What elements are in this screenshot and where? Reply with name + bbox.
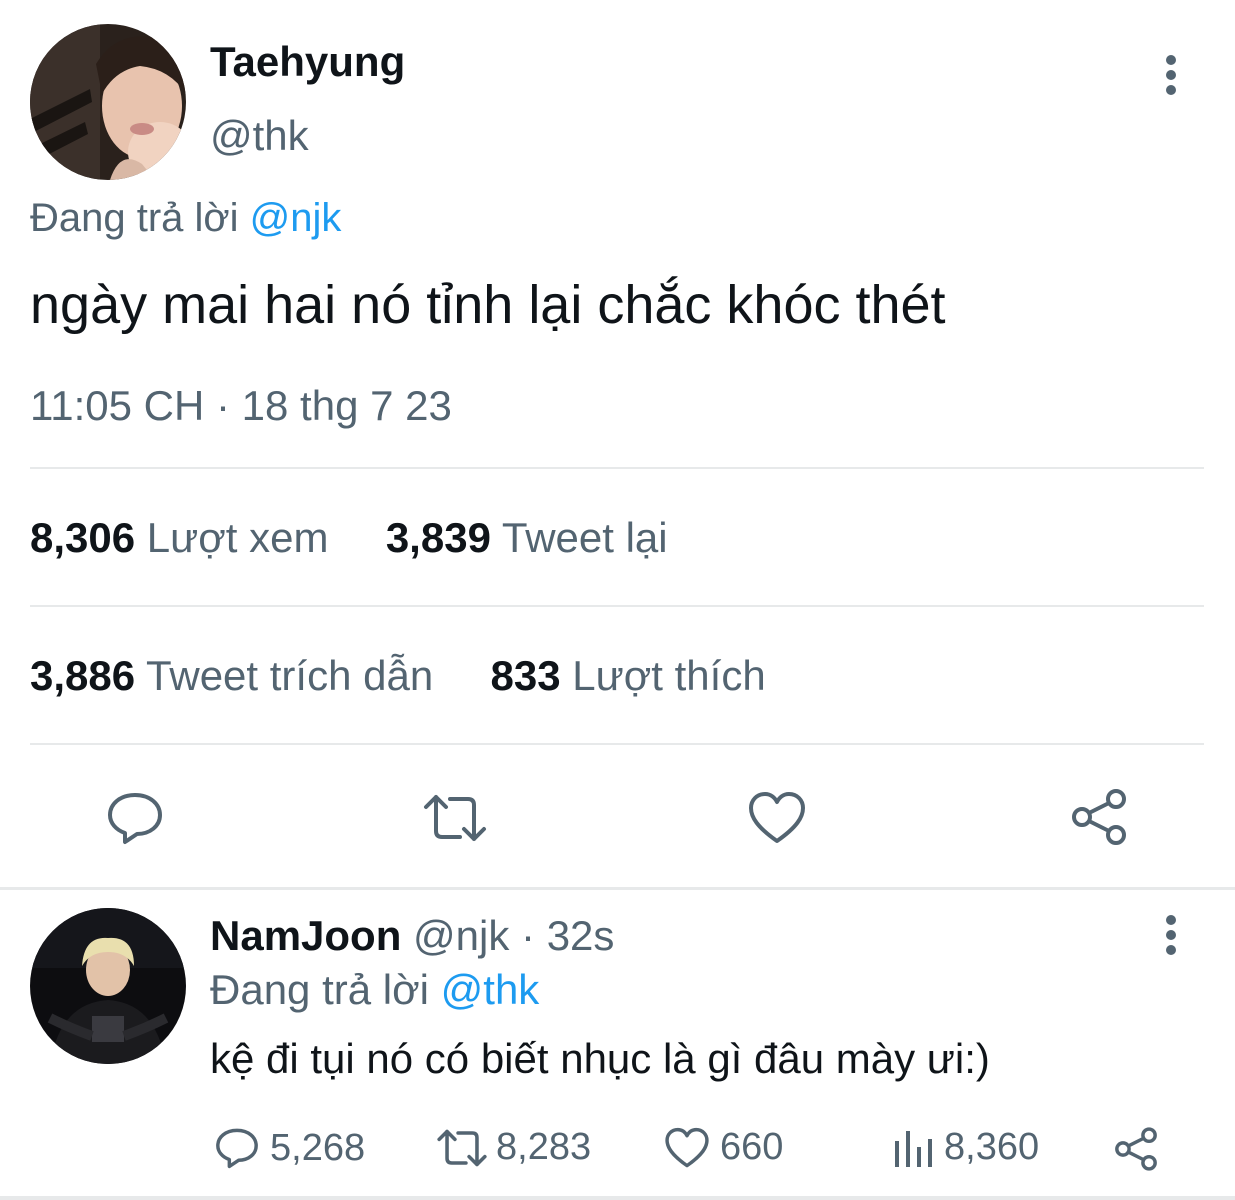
reply-count: 5,268 — [270, 1126, 366, 1169]
avatar-photo — [30, 24, 186, 180]
replying-to-mention[interactable]: @njk — [250, 196, 342, 240]
reply-header-separator: · — [521, 912, 536, 959]
stats-row-2: 3,886 Tweet trích dẫn 833 Lượt thích — [30, 652, 766, 700]
retweet-button[interactable] — [420, 788, 490, 848]
reply-author-name[interactable]: NamJoon — [210, 912, 401, 959]
reply-retweet-button[interactable]: 8,283 — [436, 1126, 591, 1169]
stats-row-1: 8,306 Lượt xem 3,839 Tweet lại — [30, 514, 668, 562]
replying-to-mention[interactable]: @thk — [441, 966, 540, 1013]
quotes-label: Tweet trích dẫn — [146, 652, 434, 699]
reply-age[interactable]: 32s — [547, 912, 615, 959]
retweets-count: 3,839 — [385, 514, 491, 561]
reply-author-handle[interactable]: @njk — [413, 912, 509, 959]
reply-reply-button[interactable]: 5,268 — [214, 1126, 365, 1170]
replying-to-prefix: Đang trả lời — [30, 196, 239, 240]
share-button[interactable] — [1064, 786, 1134, 848]
section-divider — [0, 887, 1235, 890]
reply-avatar[interactable] — [30, 908, 186, 1064]
more-icon — [1166, 55, 1176, 95]
retweets-stat[interactable]: 3,839 Tweet lại — [386, 514, 668, 561]
replying-to-prefix: Đang trả lời — [210, 966, 429, 1013]
views-label: Lượt xem — [146, 514, 329, 561]
avatar-photo — [30, 908, 186, 1064]
like-count: 660 — [720, 1126, 784, 1168]
likes-label: Lượt thích — [572, 652, 766, 699]
reply-button[interactable] — [100, 788, 170, 848]
like-icon — [749, 792, 805, 843]
quotes-count: 3,886 — [30, 652, 136, 699]
bottom-divider — [0, 1196, 1235, 1200]
likes-stat[interactable]: 833 Lượt thích — [491, 652, 766, 699]
share-icon — [1072, 789, 1126, 845]
avatar[interactable] — [30, 24, 186, 180]
share-icon — [1115, 1127, 1157, 1171]
author-name[interactable]: Taehyung — [210, 38, 405, 86]
tweet-text: ngày mai hai nó tỉnh lại chắc khóc thét — [30, 275, 946, 335]
like-icon — [665, 1127, 709, 1167]
reply-views-button[interactable]: 8,360 — [892, 1126, 1039, 1169]
author-handle[interactable]: @thk — [210, 112, 309, 160]
views-count: 8,306 — [30, 514, 136, 561]
reply-replying-to: Đang trả lời @thk — [210, 966, 539, 1014]
divider — [30, 605, 1204, 607]
timestamp-separator: · — [216, 382, 230, 429]
reply-icon — [108, 793, 162, 844]
retweet-icon — [437, 1129, 487, 1166]
likes-count: 833 — [490, 652, 561, 699]
retweet-count: 8,283 — [496, 1126, 592, 1168]
reply-text: kệ đi tụi nó có biết nhục là gì đâu mày … — [210, 1035, 990, 1082]
views-count: 8,360 — [944, 1126, 1040, 1168]
replying-to: Đang trả lời @njk — [30, 196, 341, 241]
divider — [30, 743, 1204, 745]
tweet-time: 11:05 CH — [30, 382, 205, 429]
reply-like-button[interactable]: 660 — [664, 1126, 783, 1169]
retweets-label: Tweet lại — [501, 514, 668, 561]
views-icon — [895, 1130, 932, 1167]
quotes-stat[interactable]: 3,886 Tweet trích dẫn — [30, 652, 445, 699]
like-button[interactable] — [742, 788, 812, 848]
views-stat[interactable]: 8,306 Lượt xem — [30, 514, 340, 561]
retweet-icon — [424, 795, 486, 841]
tweet-date: 18 thg 7 23 — [241, 382, 452, 429]
reply-icon — [216, 1128, 258, 1169]
reply-more-options-button[interactable] — [1155, 914, 1187, 958]
more-options-button[interactable] — [1155, 54, 1187, 98]
more-icon — [1166, 915, 1176, 955]
reply-share-button[interactable] — [1112, 1126, 1162, 1174]
reply-header: NamJoon @njk · 32s — [210, 912, 614, 960]
tweet-timestamp[interactable]: 11:05 CH · 18 thg 7 23 — [30, 382, 452, 430]
divider — [30, 467, 1204, 469]
